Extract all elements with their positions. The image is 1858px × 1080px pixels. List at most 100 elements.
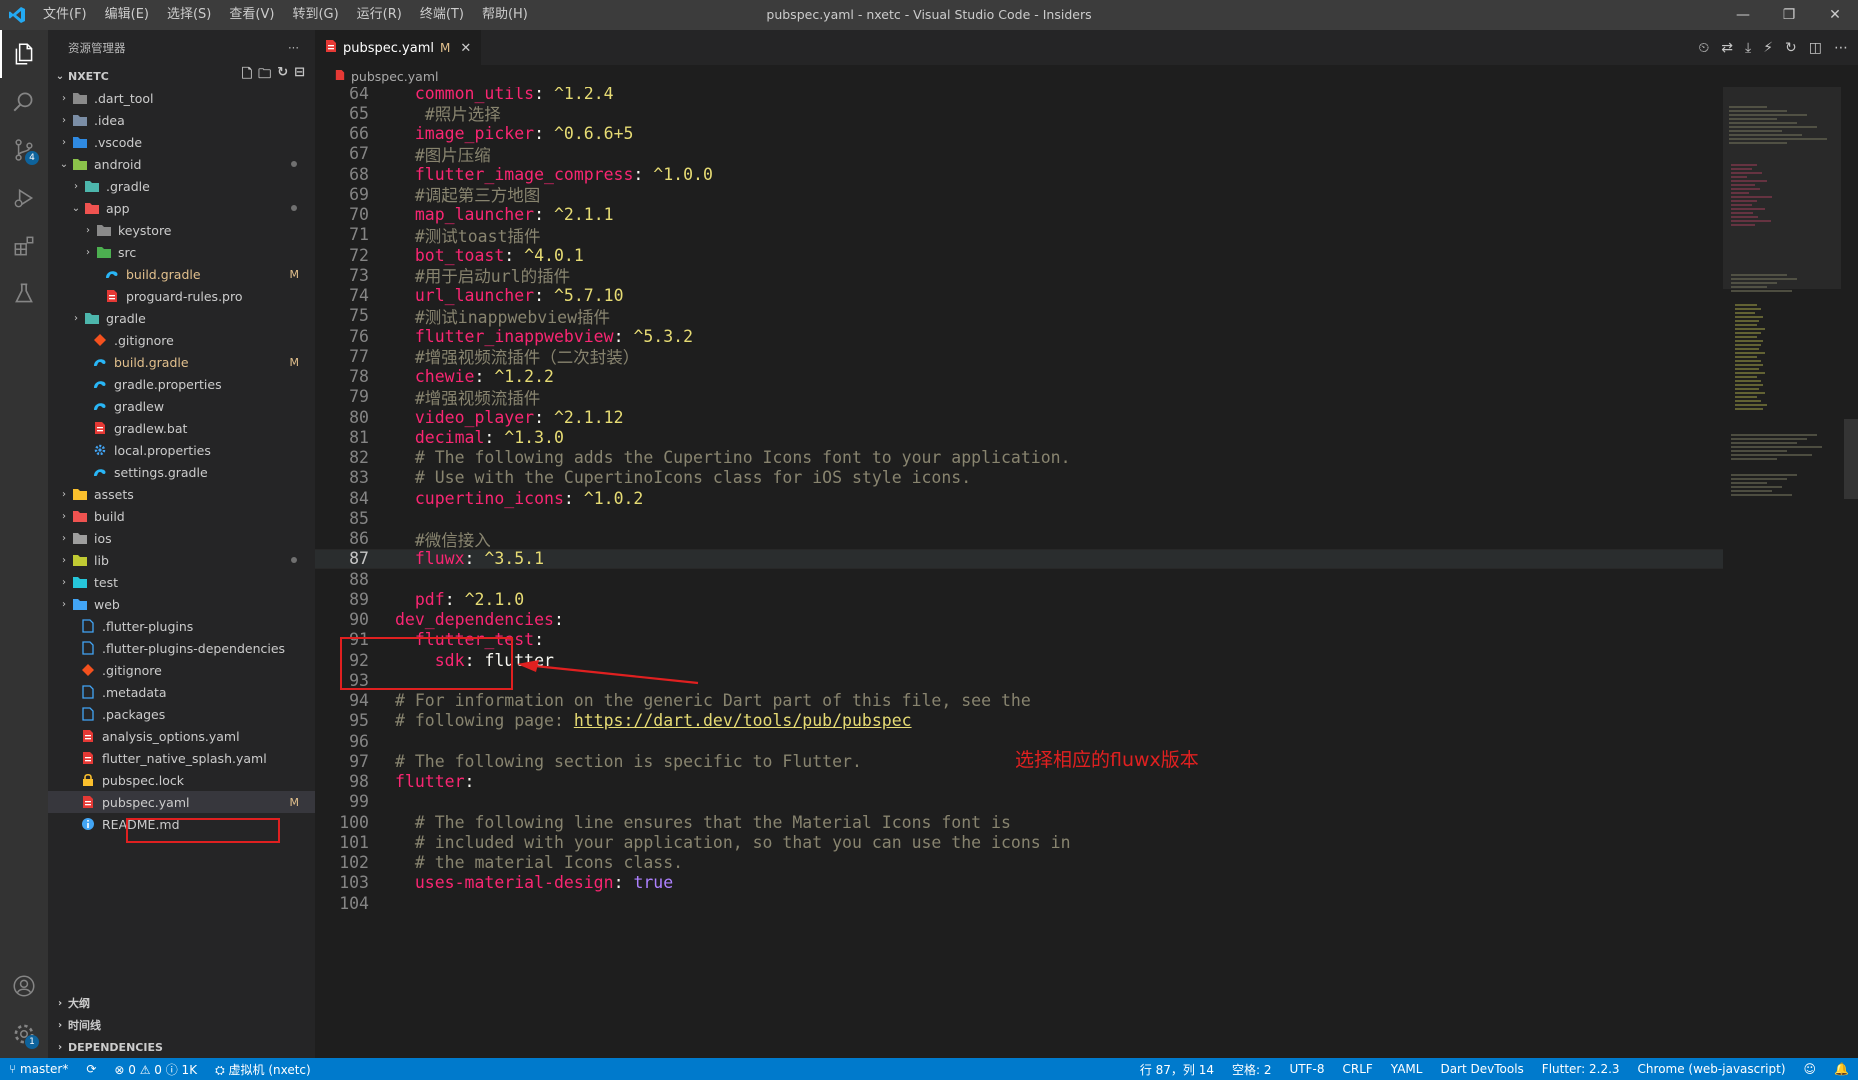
code-line[interactable]: 100 # The following line ensures that th…: [315, 812, 1723, 832]
run-debug-icon[interactable]: [0, 174, 48, 222]
tree-file[interactable]: analysis_options.yaml: [48, 725, 315, 747]
code-line[interactable]: 74 url_launcher: ^5.7.10: [315, 286, 1723, 306]
problems-item[interactable]: ⊗ 0 ⚠ 0 ⓘ 1K: [105, 1061, 206, 1078]
target-device[interactable]: Chrome (web-javascript): [1629, 1062, 1795, 1076]
download-icon[interactable]: ⤓: [1745, 40, 1751, 56]
code-line[interactable]: 81 decimal: ^1.3.0: [315, 427, 1723, 447]
language-mode[interactable]: YAML: [1382, 1062, 1432, 1076]
tree-file[interactable]: proguard-rules.pro: [48, 285, 315, 307]
new-file-icon[interactable]: 🗋: [242, 65, 252, 87]
code-line[interactable]: 85: [315, 508, 1723, 528]
tree-file[interactable]: settings.gradle: [48, 461, 315, 483]
timeline-icon[interactable]: ⏲: [1698, 40, 1709, 56]
flutter-version[interactable]: Flutter: 2.2.3: [1533, 1062, 1629, 1076]
code-editor[interactable]: 64 common_utils: ^1.2.4 65 #照片选择 66 image_…: [315, 87, 1723, 1058]
code-line[interactable]: 67 #图片压缩: [315, 144, 1723, 165]
accounts-icon[interactable]: [0, 962, 48, 1010]
tree-file[interactable]: .flutter-plugins-dependencies: [48, 637, 315, 659]
indentation[interactable]: 空格: 2: [1223, 1061, 1281, 1078]
dart-devtools[interactable]: Dart DevTools: [1431, 1062, 1532, 1076]
restart-icon[interactable]: ↻: [1785, 40, 1797, 56]
editor-scrollbar[interactable]: [1844, 87, 1858, 1058]
code-line[interactable]: 101 # included with your application, so…: [315, 832, 1723, 852]
menu-item[interactable]: 转到(G): [283, 0, 347, 30]
explorer-icon[interactable]: [0, 30, 48, 78]
tree-file[interactable]: gradlew: [48, 395, 315, 417]
manage-gear-icon[interactable]: 1: [0, 1010, 48, 1058]
scrollbar-thumb[interactable]: [1844, 419, 1858, 499]
more-actions-icon[interactable]: ···: [288, 41, 299, 55]
code-line[interactable]: 79 #增强视频流插件: [315, 387, 1723, 408]
sidebar-section-header[interactable]: › DEPENDENCIES: [48, 1036, 315, 1058]
tree-file[interactable]: flutter_native_splash.yaml: [48, 747, 315, 769]
close-window-button[interactable]: ✕: [1812, 0, 1858, 30]
code-line[interactable]: 90 dev_dependencies:: [315, 610, 1723, 630]
menu-item[interactable]: 终端(T): [411, 0, 473, 30]
code-line[interactable]: 66 image_picker: ^0.6.6+5: [315, 124, 1723, 144]
code-line[interactable]: 70 map_launcher: ^2.1.1: [315, 205, 1723, 225]
tree-file[interactable]: build.gradle M: [48, 263, 315, 285]
code-line[interactable]: 103 uses-material-design: true: [315, 873, 1723, 893]
tree-file[interactable]: pubspec.lock: [48, 769, 315, 791]
tree-folder[interactable]: › ios: [48, 527, 315, 549]
close-tab-icon[interactable]: ✕: [460, 41, 471, 56]
menu-item[interactable]: 编辑(E): [96, 0, 158, 30]
sidebar-section-header[interactable]: › 大纲: [48, 992, 315, 1014]
tree-folder[interactable]: › assets: [48, 483, 315, 505]
sidebar-section-header[interactable]: › 时间线: [48, 1014, 315, 1036]
tree-folder[interactable]: › .vscode: [48, 131, 315, 153]
code-line[interactable]: 99: [315, 792, 1723, 812]
git-branch-item[interactable]: ⑂ master*: [0, 1062, 77, 1076]
refresh-icon[interactable]: ↻: [277, 65, 288, 87]
tree-file[interactable]: .gitignore: [48, 659, 315, 681]
tree-folder[interactable]: › .gradle: [48, 175, 315, 197]
menu-item[interactable]: 帮助(H): [473, 0, 537, 30]
hot-reload-icon[interactable]: ⚡: [1763, 40, 1773, 56]
tab-pubspec-yaml[interactable]: pubspec.yaml M ✕: [315, 30, 482, 65]
tree-file[interactable]: gradlew.bat: [48, 417, 315, 439]
tree-file[interactable]: build.gradle M: [48, 351, 315, 373]
code-line[interactable]: 104: [315, 893, 1723, 913]
encoding[interactable]: UTF-8: [1281, 1062, 1334, 1076]
menu-item[interactable]: 选择(S): [158, 0, 220, 30]
tree-file[interactable]: .packages: [48, 703, 315, 725]
tree-file[interactable]: .gitignore: [48, 329, 315, 351]
code-line[interactable]: 71 #测试toast插件: [315, 225, 1723, 246]
code-line[interactable]: 88: [315, 569, 1723, 589]
code-line[interactable]: 86 #微信接入: [315, 529, 1723, 550]
code-line[interactable]: 91 flutter_test:: [315, 630, 1723, 650]
code-line[interactable]: 77 #增强视频流插件（二次封装）: [315, 346, 1723, 368]
code-line[interactable]: 75 #测试inappwebview插件: [315, 306, 1723, 327]
tree-file[interactable]: pubspec.yaml M: [48, 791, 315, 813]
tree-folder[interactable]: › web: [48, 593, 315, 615]
tree-folder[interactable]: › test: [48, 571, 315, 593]
code-line[interactable]: 83 # Use with the CupertinoIcons class f…: [315, 468, 1723, 488]
minimize-button[interactable]: —: [1720, 0, 1766, 30]
extensions-icon[interactable]: [0, 222, 48, 270]
tree-folder[interactable]: › build: [48, 505, 315, 527]
code-line[interactable]: 65 #照片选择: [315, 103, 1723, 125]
code-line[interactable]: 87 fluwx: ^3.5.1: [315, 548, 1723, 569]
code-line[interactable]: 98 flutter:: [315, 772, 1723, 792]
code-line[interactable]: 95 # following page: https://dart.dev/too…: [315, 711, 1723, 731]
menu-item[interactable]: 文件(F): [34, 0, 96, 30]
tree-folder[interactable]: › gradle: [48, 307, 315, 329]
code-line[interactable]: 72 bot_toast: ^4.0.1: [315, 245, 1723, 265]
code-line[interactable]: 80 video_player: ^2.1.12: [315, 407, 1723, 427]
code-line[interactable]: 64 common_utils: ^1.2.4: [315, 87, 1723, 103]
tree-folder[interactable]: › src: [48, 241, 315, 263]
code-line[interactable]: 76 flutter_inappwebview: ^5.3.2: [315, 326, 1723, 346]
minimap[interactable]: [1723, 87, 1858, 1058]
tree-folder[interactable]: › keystore: [48, 219, 315, 241]
menu-item[interactable]: 查看(V): [220, 0, 283, 30]
sync-icon[interactable]: ⟳: [77, 1062, 105, 1076]
code-line[interactable]: 84 cupertino_icons: ^1.0.2: [315, 488, 1723, 508]
tree-file[interactable]: local.properties: [48, 439, 315, 461]
tree-folder[interactable]: ⌄ app: [48, 197, 315, 219]
device-item[interactable]: ⛭ 虚拟机 (nxetc): [206, 1061, 320, 1078]
code-line[interactable]: 89 pdf: ^2.1.0: [315, 589, 1723, 609]
tree-file[interactable]: gradle.properties: [48, 373, 315, 395]
code-line[interactable]: 82 # The following adds the Cupertino Ic…: [315, 448, 1723, 468]
notifications-bell-icon[interactable]: 🔔: [1825, 1062, 1858, 1076]
tree-file[interactable]: .flutter-plugins: [48, 615, 315, 637]
